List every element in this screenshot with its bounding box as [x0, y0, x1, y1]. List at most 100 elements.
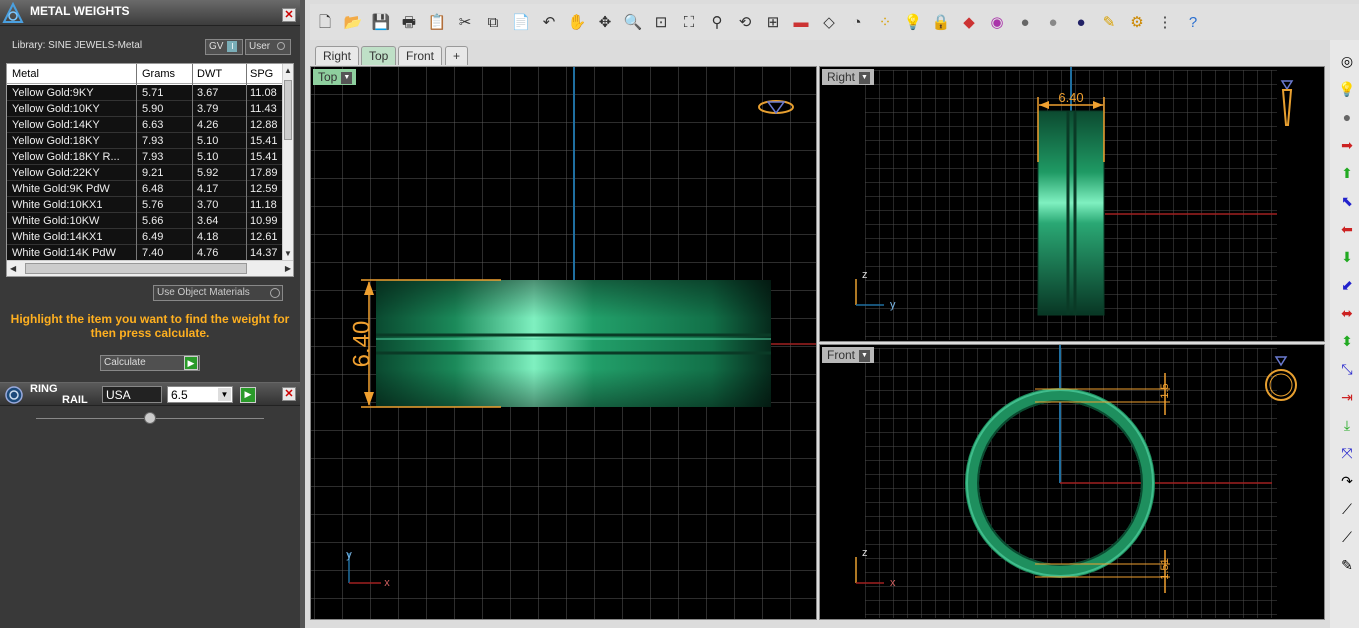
- shrink-vertical-icon[interactable]: ⤓: [1335, 414, 1359, 436]
- column-header-grams[interactable]: Grams: [142, 68, 175, 80]
- light-bulb-icon[interactable]: 💡: [902, 12, 924, 34]
- add-tab-button[interactable]: +: [445, 46, 469, 65]
- table-row[interactable]: Yellow Gold:10KY 5.90 3.79 11.43: [7, 101, 285, 117]
- user-toggle[interactable]: User: [245, 39, 291, 55]
- tab-right[interactable]: Right: [315, 46, 360, 65]
- column-header-metal[interactable]: Metal: [12, 68, 39, 80]
- new-file-icon[interactable]: 🗋: [314, 12, 336, 34]
- viewport-right[interactable]: 6.40 z y Right ▼: [819, 66, 1325, 342]
- arrow-left-icon[interactable]: ⬅: [1335, 218, 1359, 240]
- scroll-thumb-horizontal[interactable]: [25, 263, 247, 274]
- snap-points-icon[interactable]: ⁘: [874, 12, 896, 34]
- material-sphere-icon[interactable]: ●: [1335, 106, 1359, 128]
- network-icon[interactable]: ⋮: [1154, 12, 1176, 34]
- viewport-front[interactable]: 1.5 1.51 z x Front ▼: [819, 344, 1325, 620]
- light-icon[interactable]: 💡: [1335, 78, 1359, 100]
- close-ring-rail-button[interactable]: ✕: [282, 387, 296, 401]
- eraser-icon[interactable]: ✎: [1335, 554, 1359, 576]
- column-header-dwt[interactable]: DWT: [197, 68, 222, 80]
- table-row[interactable]: White Gold:10KW 5.66 3.64 10.99: [7, 213, 285, 229]
- wireframe-sphere-icon[interactable]: ●: [1014, 12, 1036, 34]
- car-icon[interactable]: ▬: [790, 12, 812, 34]
- table-row[interactable]: Yellow Gold:18KY 7.93 5.10 15.41: [7, 133, 285, 149]
- four-viewports-icon[interactable]: ⊞: [762, 12, 784, 34]
- table-row[interactable]: White Gold:14K PdW 7.40 4.76 14.37: [7, 245, 285, 261]
- column-header-spg[interactable]: SPG: [250, 68, 273, 80]
- arrow-right-icon[interactable]: ➡: [1335, 134, 1359, 156]
- close-panel-button[interactable]: ✕: [282, 8, 296, 22]
- scroll-right-icon[interactable]: ▶: [285, 264, 291, 273]
- compass-icon[interactable]: ◔: [846, 12, 868, 34]
- settings-gear-icon[interactable]: ⚙: [1126, 12, 1148, 34]
- ring-apply-play-icon[interactable]: ▶: [240, 387, 256, 403]
- color-wheel-icon[interactable]: ◉: [986, 12, 1008, 34]
- shaded-sphere-icon[interactable]: ●: [1042, 12, 1064, 34]
- bend-icon[interactable]: ↷: [1335, 470, 1359, 492]
- scroll-thumb[interactable]: [284, 80, 292, 140]
- scale-vertical-icon[interactable]: ⬍: [1335, 330, 1359, 352]
- pendant-icon: [1280, 80, 1294, 126]
- ring-size-select[interactable]: 6.5 ▼: [167, 386, 233, 403]
- gv-toggle[interactable]: GV I: [205, 39, 243, 55]
- table-row[interactable]: Yellow Gold:14KY 6.63 4.26 12.88: [7, 117, 285, 133]
- use-object-materials-toggle[interactable]: Use Object Materials: [153, 285, 283, 301]
- table-vertical-scrollbar[interactable]: ▲ ▼: [282, 64, 293, 260]
- pan-hand-icon[interactable]: ✋: [566, 12, 588, 34]
- lock-icon[interactable]: 🔒: [930, 12, 952, 34]
- table-row[interactable]: Yellow Gold:9KY 5.71 3.67 11.08: [7, 85, 285, 101]
- zoom-in-icon[interactable]: 🔍: [622, 12, 644, 34]
- plane-icon[interactable]: ◇: [818, 12, 840, 34]
- viewport-top[interactable]: 6.40 y x Top ▼: [310, 66, 817, 620]
- open-folder-icon[interactable]: 📂: [342, 12, 364, 34]
- help-icon[interactable]: ?: [1182, 12, 1204, 34]
- chevron-down-icon[interactable]: ▼: [859, 71, 871, 84]
- cut-icon[interactable]: ✂: [454, 12, 476, 34]
- arrow-diagonal-down-icon[interactable]: ⬋: [1335, 274, 1359, 296]
- calculate-play-icon[interactable]: ▶: [184, 356, 198, 370]
- undo-icon[interactable]: ↶: [538, 12, 560, 34]
- line-add-icon[interactable]: ⟋: [1335, 498, 1359, 520]
- tab-front[interactable]: Front: [398, 46, 443, 65]
- ring-size-slider-handle[interactable]: [144, 412, 156, 424]
- viewport-top-label[interactable]: Top ▼: [313, 69, 357, 85]
- viewport-front-label[interactable]: Front ▼: [822, 347, 875, 363]
- zoom-window-icon[interactable]: ⊡: [650, 12, 672, 34]
- print-icon[interactable]: 🖶: [398, 12, 420, 34]
- line-cut-icon[interactable]: ⟋: [1335, 526, 1359, 548]
- paste-icon[interactable]: 📄: [510, 12, 532, 34]
- scale-horizontal-icon[interactable]: ⬌: [1335, 302, 1359, 324]
- chevron-down-icon[interactable]: ▼: [218, 388, 231, 401]
- chevron-down-icon[interactable]: ▼: [341, 71, 353, 84]
- table-row[interactable]: Yellow Gold:18KY R... 7.93 5.10 15.41: [7, 149, 285, 165]
- scroll-down-icon[interactable]: ▼: [284, 249, 292, 258]
- render-sphere-icon[interactable]: ●: [1070, 12, 1092, 34]
- layers-icon[interactable]: ◆: [958, 12, 980, 34]
- arrow-up-icon[interactable]: ⬆: [1335, 162, 1359, 184]
- table-row[interactable]: Yellow Gold:22KY 9.21 5.92 17.89: [7, 165, 285, 181]
- zoom-selected-icon[interactable]: ⚲: [706, 12, 728, 34]
- table-row[interactable]: White Gold:14KX1 6.49 4.18 12.61: [7, 229, 285, 245]
- tab-top[interactable]: Top: [361, 46, 397, 65]
- chevron-down-icon[interactable]: ▼: [859, 349, 871, 362]
- arrow-down-icon[interactable]: ⬇: [1335, 246, 1359, 268]
- zoom-extents-icon[interactable]: ⛶: [678, 12, 700, 34]
- table-horizontal-scrollbar[interactable]: ◀ ▶: [7, 260, 293, 276]
- rotate-view-icon[interactable]: ⟲: [734, 12, 756, 34]
- shrink-horizontal-icon[interactable]: ⇥: [1335, 386, 1359, 408]
- viewport-right-label[interactable]: Right ▼: [822, 69, 875, 85]
- camera-icon[interactable]: ◎: [1335, 50, 1359, 72]
- copy-icon[interactable]: ⧉: [482, 12, 504, 34]
- scale-depth-icon[interactable]: ⤡: [1335, 358, 1359, 380]
- scroll-up-icon[interactable]: ▲: [284, 66, 292, 75]
- arrow-diagonal-icon[interactable]: ⬉: [1335, 190, 1359, 212]
- shrink-depth-icon[interactable]: ⤧: [1335, 442, 1359, 464]
- table-row[interactable]: White Gold:9K PdW 6.48 4.17 12.59: [7, 181, 285, 197]
- scroll-left-icon[interactable]: ◀: [10, 264, 16, 273]
- highlight-icon[interactable]: ✎: [1098, 12, 1120, 34]
- gv-checkbox[interactable]: I: [227, 41, 238, 52]
- table-row[interactable]: White Gold:10KX1 5.76 3.70 11.18: [7, 197, 285, 213]
- save-icon[interactable]: 💾: [370, 12, 392, 34]
- properties-icon[interactable]: 📋: [426, 12, 448, 34]
- move-view-icon[interactable]: ✥: [594, 12, 616, 34]
- ring-standard-field[interactable]: USA: [102, 386, 162, 403]
